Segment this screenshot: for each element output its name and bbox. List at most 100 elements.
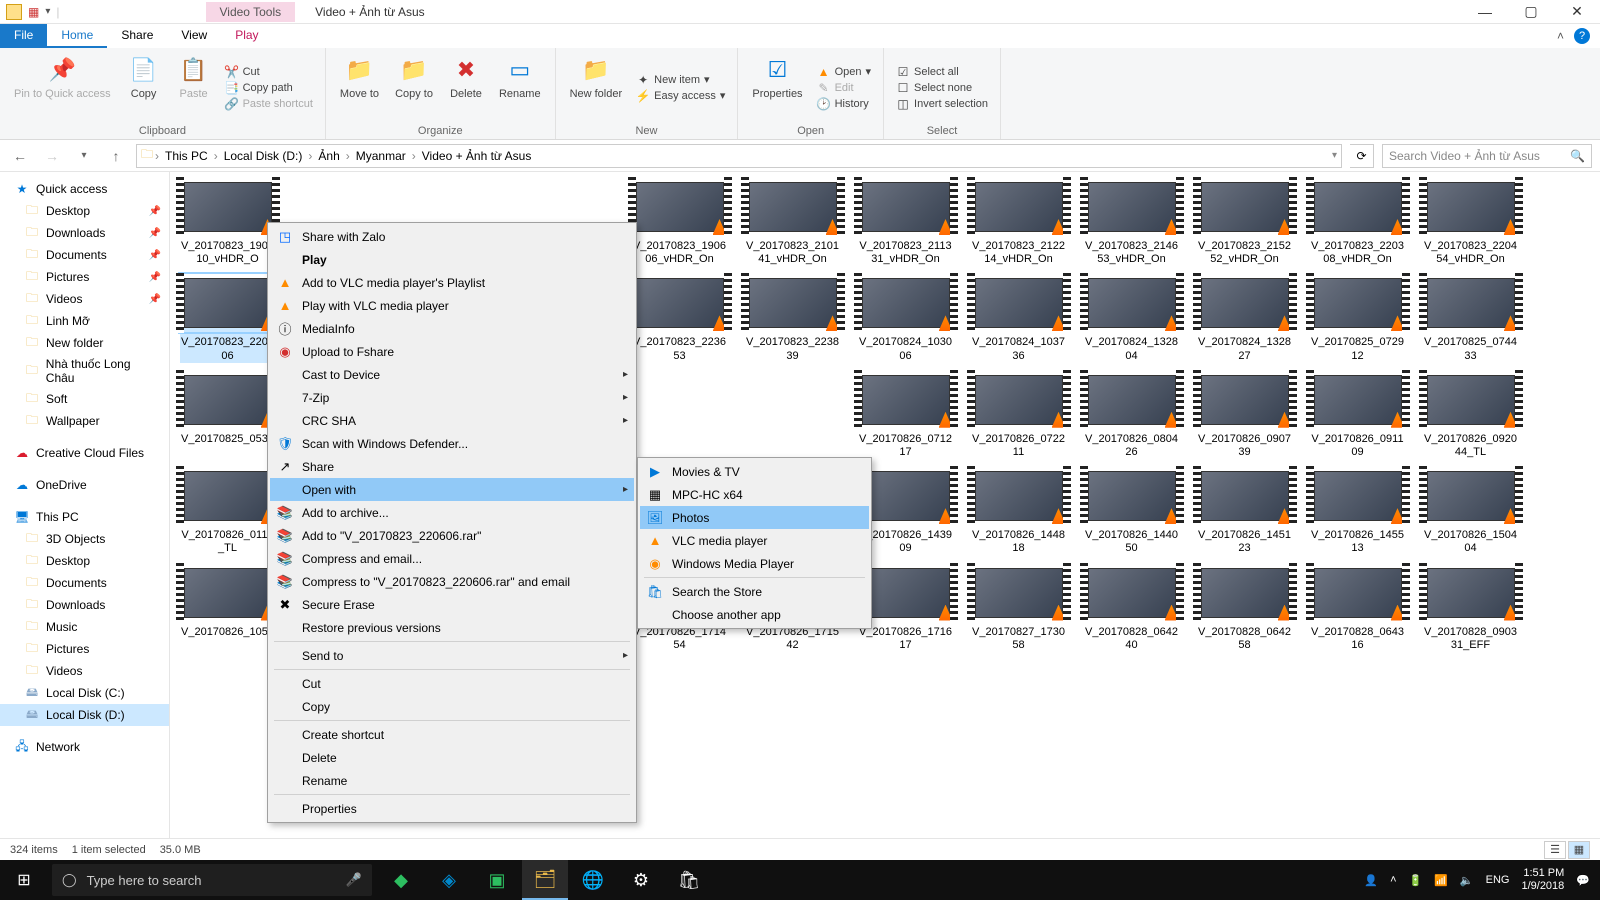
recent-button[interactable]: ▾ <box>72 144 96 168</box>
view-details-button[interactable]: ☰ <box>1544 841 1566 859</box>
file-thumbnail[interactable]: V_20170823_215252_vHDR_On <box>1197 182 1292 266</box>
file-thumbnail[interactable]: V_20170823_223839 <box>745 278 840 362</box>
taskbar-telegram[interactable]: ◈ <box>426 860 472 900</box>
file-thumbnail[interactable]: V_20170826_144050 <box>1084 471 1179 555</box>
ribbon-collapse-icon[interactable]: ˄ <box>1557 29 1564 43</box>
file-thumbnail[interactable]: V_20170825_072912 <box>1310 278 1405 362</box>
view-thumbnails-button[interactable]: ▦ <box>1568 841 1590 859</box>
file-thumbnail[interactable]: V_20170826_143909 <box>858 471 953 555</box>
taskbar-evernote[interactable]: ◆ <box>378 860 424 900</box>
new-folder-button[interactable]: 📁New folder <box>564 52 629 123</box>
ctx-rename[interactable]: Rename <box>270 769 634 792</box>
qat-dropdown-icon[interactable]: ▾ <box>45 6 50 17</box>
select-all-button[interactable]: ☑Select all <box>896 65 988 79</box>
sidebar-item[interactable]: 🗀New folder <box>0 332 169 354</box>
history-button[interactable]: 🕑History <box>817 97 871 111</box>
tray-battery-icon[interactable]: 🔋 <box>1409 874 1423 887</box>
forward-button[interactable]: → <box>40 144 64 168</box>
sidebar-item[interactable]: 🗀Documents <box>0 572 169 594</box>
tab-view[interactable]: View <box>167 24 221 48</box>
file-thumbnail[interactable]: V_20170826_1050 <box>180 568 275 652</box>
tray-clock[interactable]: 1:51 PM 1/9/2018 <box>1521 867 1564 893</box>
file-thumbnail[interactable]: V_20170827_173058 <box>971 568 1066 652</box>
file-thumbnail[interactable]: V_20170826_091109 <box>1310 375 1405 459</box>
sidebar-item[interactable]: 🗀Desktop📌 <box>0 200 169 222</box>
sidebar-item[interactable]: 🖴Local Disk (D:) <box>0 704 169 726</box>
file-thumbnail[interactable]: V_20170826_145513 <box>1310 471 1405 555</box>
openwith-wmp[interactable]: ◉Windows Media Player <box>640 552 869 575</box>
delete-button[interactable]: ✖Delete <box>443 52 489 123</box>
sidebar-item[interactable]: 🗀Pictures <box>0 638 169 660</box>
paste-button[interactable]: 📋Paste <box>171 52 217 123</box>
openwith-vlc[interactable]: ▲VLC media player <box>640 529 869 552</box>
file-thumbnail[interactable]: V_20170826_145123 <box>1197 471 1292 555</box>
taskbar-settings[interactable]: ⚙ <box>618 860 664 900</box>
ctx-delete[interactable]: Delete <box>270 746 634 769</box>
taskbar-search[interactable]: ◯ Type here to search 🎤 <box>52 864 372 896</box>
ctx-properties[interactable]: Properties <box>270 797 634 820</box>
ctx-scan-defender[interactable]: 🛡Scan with Windows Defender... <box>270 432 634 455</box>
tray-language[interactable]: ENG <box>1486 874 1510 886</box>
ctx-send-to[interactable]: Send to▸ <box>270 644 634 667</box>
file-thumbnail[interactable]: V_20170826_092044_TL <box>1423 375 1518 459</box>
sidebar-item[interactable]: 🗀Documents📌 <box>0 244 169 266</box>
file-thumbnail[interactable]: V_20170824_132827 <box>1197 278 1292 362</box>
file-thumbnail[interactable]: V_20170824_103736 <box>971 278 1066 362</box>
file-thumbnail[interactable]: V_20170826_072211 <box>971 375 1066 459</box>
new-item-button[interactable]: ✦New item ▾ <box>636 73 725 87</box>
file-thumbnail[interactable]: V_20170826_150404 <box>1423 471 1518 555</box>
ctx-share-zalo[interactable]: ◳Share with Zalo <box>270 225 634 248</box>
sidebar-item[interactable]: 🗀3D Objects <box>0 528 169 550</box>
taskbar-store[interactable]: 🛍 <box>666 860 712 900</box>
file-thumbnail[interactable]: V_20170826_080426 <box>1084 375 1179 459</box>
sidebar-quick-access[interactable]: ★Quick access <box>0 178 169 200</box>
taskbar-chrome[interactable]: 🌐 <box>570 860 616 900</box>
sidebar-this-pc[interactable]: 🖥This PC <box>0 506 169 528</box>
sidebar-item[interactable]: 🖴Local Disk (C:) <box>0 682 169 704</box>
copy-button[interactable]: 📄Copy <box>121 52 167 123</box>
ctx-mediainfo[interactable]: ⓘMediaInfo <box>270 317 634 340</box>
ctx-7zip[interactable]: 7-Zip▸ <box>270 386 634 409</box>
tab-share[interactable]: Share <box>107 24 167 48</box>
minimize-button[interactable]: — <box>1462 0 1508 24</box>
ctx-crc-sha[interactable]: CRC SHA▸ <box>270 409 634 432</box>
sidebar-onedrive[interactable]: ☁OneDrive <box>0 474 169 496</box>
taskbar-app-green[interactable]: ▣ <box>474 860 520 900</box>
sidebar-item[interactable]: 🗀Desktop <box>0 550 169 572</box>
ctx-open-with[interactable]: Open with▸ <box>270 478 634 501</box>
sidebar-item[interactable]: 🗀Downloads📌 <box>0 222 169 244</box>
qat-save-icon[interactable]: ▦ <box>28 5 39 19</box>
sidebar-item[interactable]: 🗀Downloads <box>0 594 169 616</box>
sidebar-network[interactable]: 🖧Network <box>0 736 169 758</box>
file-thumbnail[interactable]: V_20170825_074433 <box>1423 278 1518 362</box>
file-thumbnail[interactable]: V_20170823_220606 <box>180 278 275 362</box>
ctx-cast-device[interactable]: Cast to Device▸ <box>270 363 634 386</box>
cut-button[interactable]: ✂️Cut <box>225 65 313 79</box>
tray-wifi-icon[interactable]: 📶 <box>1434 874 1448 887</box>
file-thumbnail[interactable]: V_20170828_090331_EFF <box>1423 568 1518 652</box>
ctx-compress-rar-email[interactable]: 📚Compress to "V_20170823_220606.rar" and… <box>270 570 634 593</box>
sidebar-item[interactable]: 🗀Videos📌 <box>0 288 169 310</box>
edit-button[interactable]: ✎Edit <box>817 81 871 95</box>
file-thumbnail[interactable]: V_20170828_064258 <box>1197 568 1292 652</box>
ctx-compress-email[interactable]: 📚Compress and email... <box>270 547 634 570</box>
tab-home[interactable]: Home <box>47 24 107 48</box>
file-thumbnail[interactable]: V_20170826_171617 <box>858 568 953 652</box>
file-thumbnail[interactable]: V_20170828_064316 <box>1310 568 1405 652</box>
rename-button[interactable]: ▭Rename <box>493 52 547 123</box>
sidebar-item[interactable]: 🗀Soft <box>0 388 169 410</box>
copy-to-button[interactable]: 📁Copy to <box>389 52 439 123</box>
file-thumbnail[interactable]: V_20170823_211331_vHDR_On <box>858 182 953 266</box>
file-thumbnail[interactable]: V_20170824_132804 <box>1084 278 1179 362</box>
file-thumbnail[interactable]: V_20170826_144818 <box>971 471 1066 555</box>
search-input[interactable]: Search Video + Ảnh từ Asus 🔍 <box>1382 144 1592 168</box>
start-button[interactable]: ⊞ <box>0 860 48 900</box>
taskbar-file-explorer[interactable]: 🗂 <box>522 860 568 900</box>
back-button[interactable]: ← <box>8 144 32 168</box>
tab-play[interactable]: Play <box>221 24 272 48</box>
file-thumbnail[interactable]: V_20170823_212214_vHDR_On <box>971 182 1066 266</box>
openwith-search-store[interactable]: 🛍Search the Store <box>640 580 869 603</box>
file-thumbnail[interactable]: V_20170824_103006 <box>858 278 953 362</box>
openwith-photos[interactable]: 🖼Photos <box>640 506 869 529</box>
mic-icon[interactable]: 🎤 <box>346 872 362 888</box>
